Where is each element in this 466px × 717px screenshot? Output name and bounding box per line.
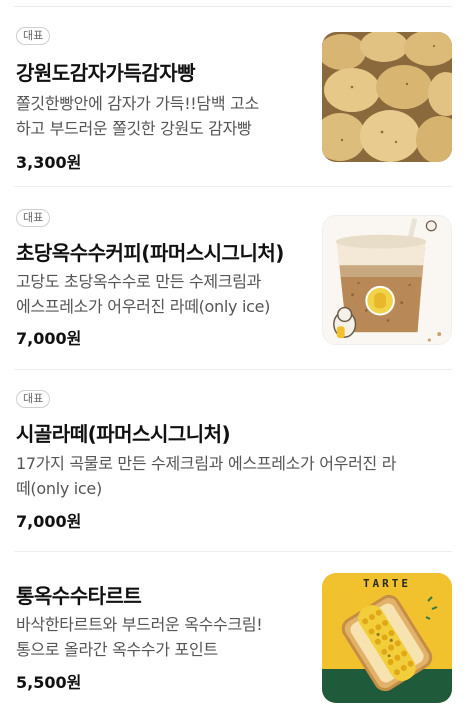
menu-item-name: 시골라떼(파머스시그니처) (16, 422, 231, 446)
menu-item-description: 바삭한타르트와 부드러운 옥수수크림! 통으로 올라간 옥수수가 포인트 (16, 612, 263, 662)
menu-item-price: 5,500원 (16, 673, 82, 692)
menu-item-potato-bread[interactable]: 대표 강원도감자가득감자빵 쫄깃한빵안에 감자가 가득!!담백 고소 하고 부드… (14, 7, 452, 187)
description-line: 17가지 곡물로 만든 수제크림과 에스프레소가 어우러진 라 (16, 454, 397, 473)
menu-list: 대표 강원도감자가득감자빵 쫄깃한빵안에 감자가 가득!!담백 고소 하고 부드… (0, 7, 466, 712)
description-line: 쫄깃한빵안에 감자가 가득!!담백 고소 (16, 94, 259, 113)
description-line: 고당도 초당옥수수로 만든 수제크림과 (16, 272, 262, 291)
corn-coffee-image[interactable] (322, 215, 452, 345)
menu-item-country-latte[interactable]: 대표 시골라떼(파머스시그니처) 17가지 곡물로 만든 수제크림과 에스프레소… (14, 370, 452, 552)
menu-item-name: 통옥수수타르트 (16, 584, 142, 608)
menu-item-price: 7,000원 (16, 512, 82, 531)
description-line: 바삭한타르트와 부드러운 옥수수크림! (16, 615, 263, 634)
menu-item-corn-tart[interactable]: 통옥수수타르트 바삭한타르트와 부드러운 옥수수크림! 통으로 올라간 옥수수가… (14, 552, 452, 712)
corn-tart-image[interactable]: TARTE (322, 573, 452, 703)
signature-badge: 대표 (16, 209, 51, 227)
description-line: 떼(only ice) (16, 479, 102, 498)
description-line: 하고 부드러운 쫄깃한 강원도 감자빵 (16, 119, 252, 138)
menu-item-price: 7,000원 (16, 329, 82, 348)
tarte-label: TARTE (363, 577, 411, 590)
description-line: 통으로 올라간 옥수수가 포인트 (16, 640, 218, 659)
menu-item-description: 고당도 초당옥수수로 만든 수제크림과 에스프레소가 어우러진 라떼(only … (16, 269, 270, 319)
menu-item-price: 3,300원 (16, 153, 82, 172)
menu-item-name: 초당옥수수커피(파머스시그니처) (16, 241, 284, 265)
menu-item-description: 17가지 곡물로 만든 수제크림과 에스프레소가 어우러진 라 떼(only i… (16, 451, 396, 501)
menu-item-corn-coffee[interactable]: 대표 초당옥수수커피(파머스시그니처) 고당도 초당옥수수로 만든 수제크림과 … (14, 187, 452, 370)
potato-bread-image[interactable] (322, 32, 452, 162)
signature-badge: 대표 (16, 390, 51, 408)
top-divider (14, 0, 452, 7)
menu-item-name: 강원도감자가득감자빵 (16, 61, 196, 85)
menu-item-description: 쫄깃한빵안에 감자가 가득!!담백 고소 하고 부드러운 쫄깃한 강원도 감자빵 (16, 91, 259, 141)
description-line: 에스프레소가 어우러진 라떼(only ice) (16, 297, 271, 316)
potato-bread-photo (322, 32, 452, 162)
corn-tart-photo: TARTE (322, 573, 452, 703)
corn-coffee-photo (323, 216, 451, 344)
signature-badge: 대표 (16, 27, 51, 45)
